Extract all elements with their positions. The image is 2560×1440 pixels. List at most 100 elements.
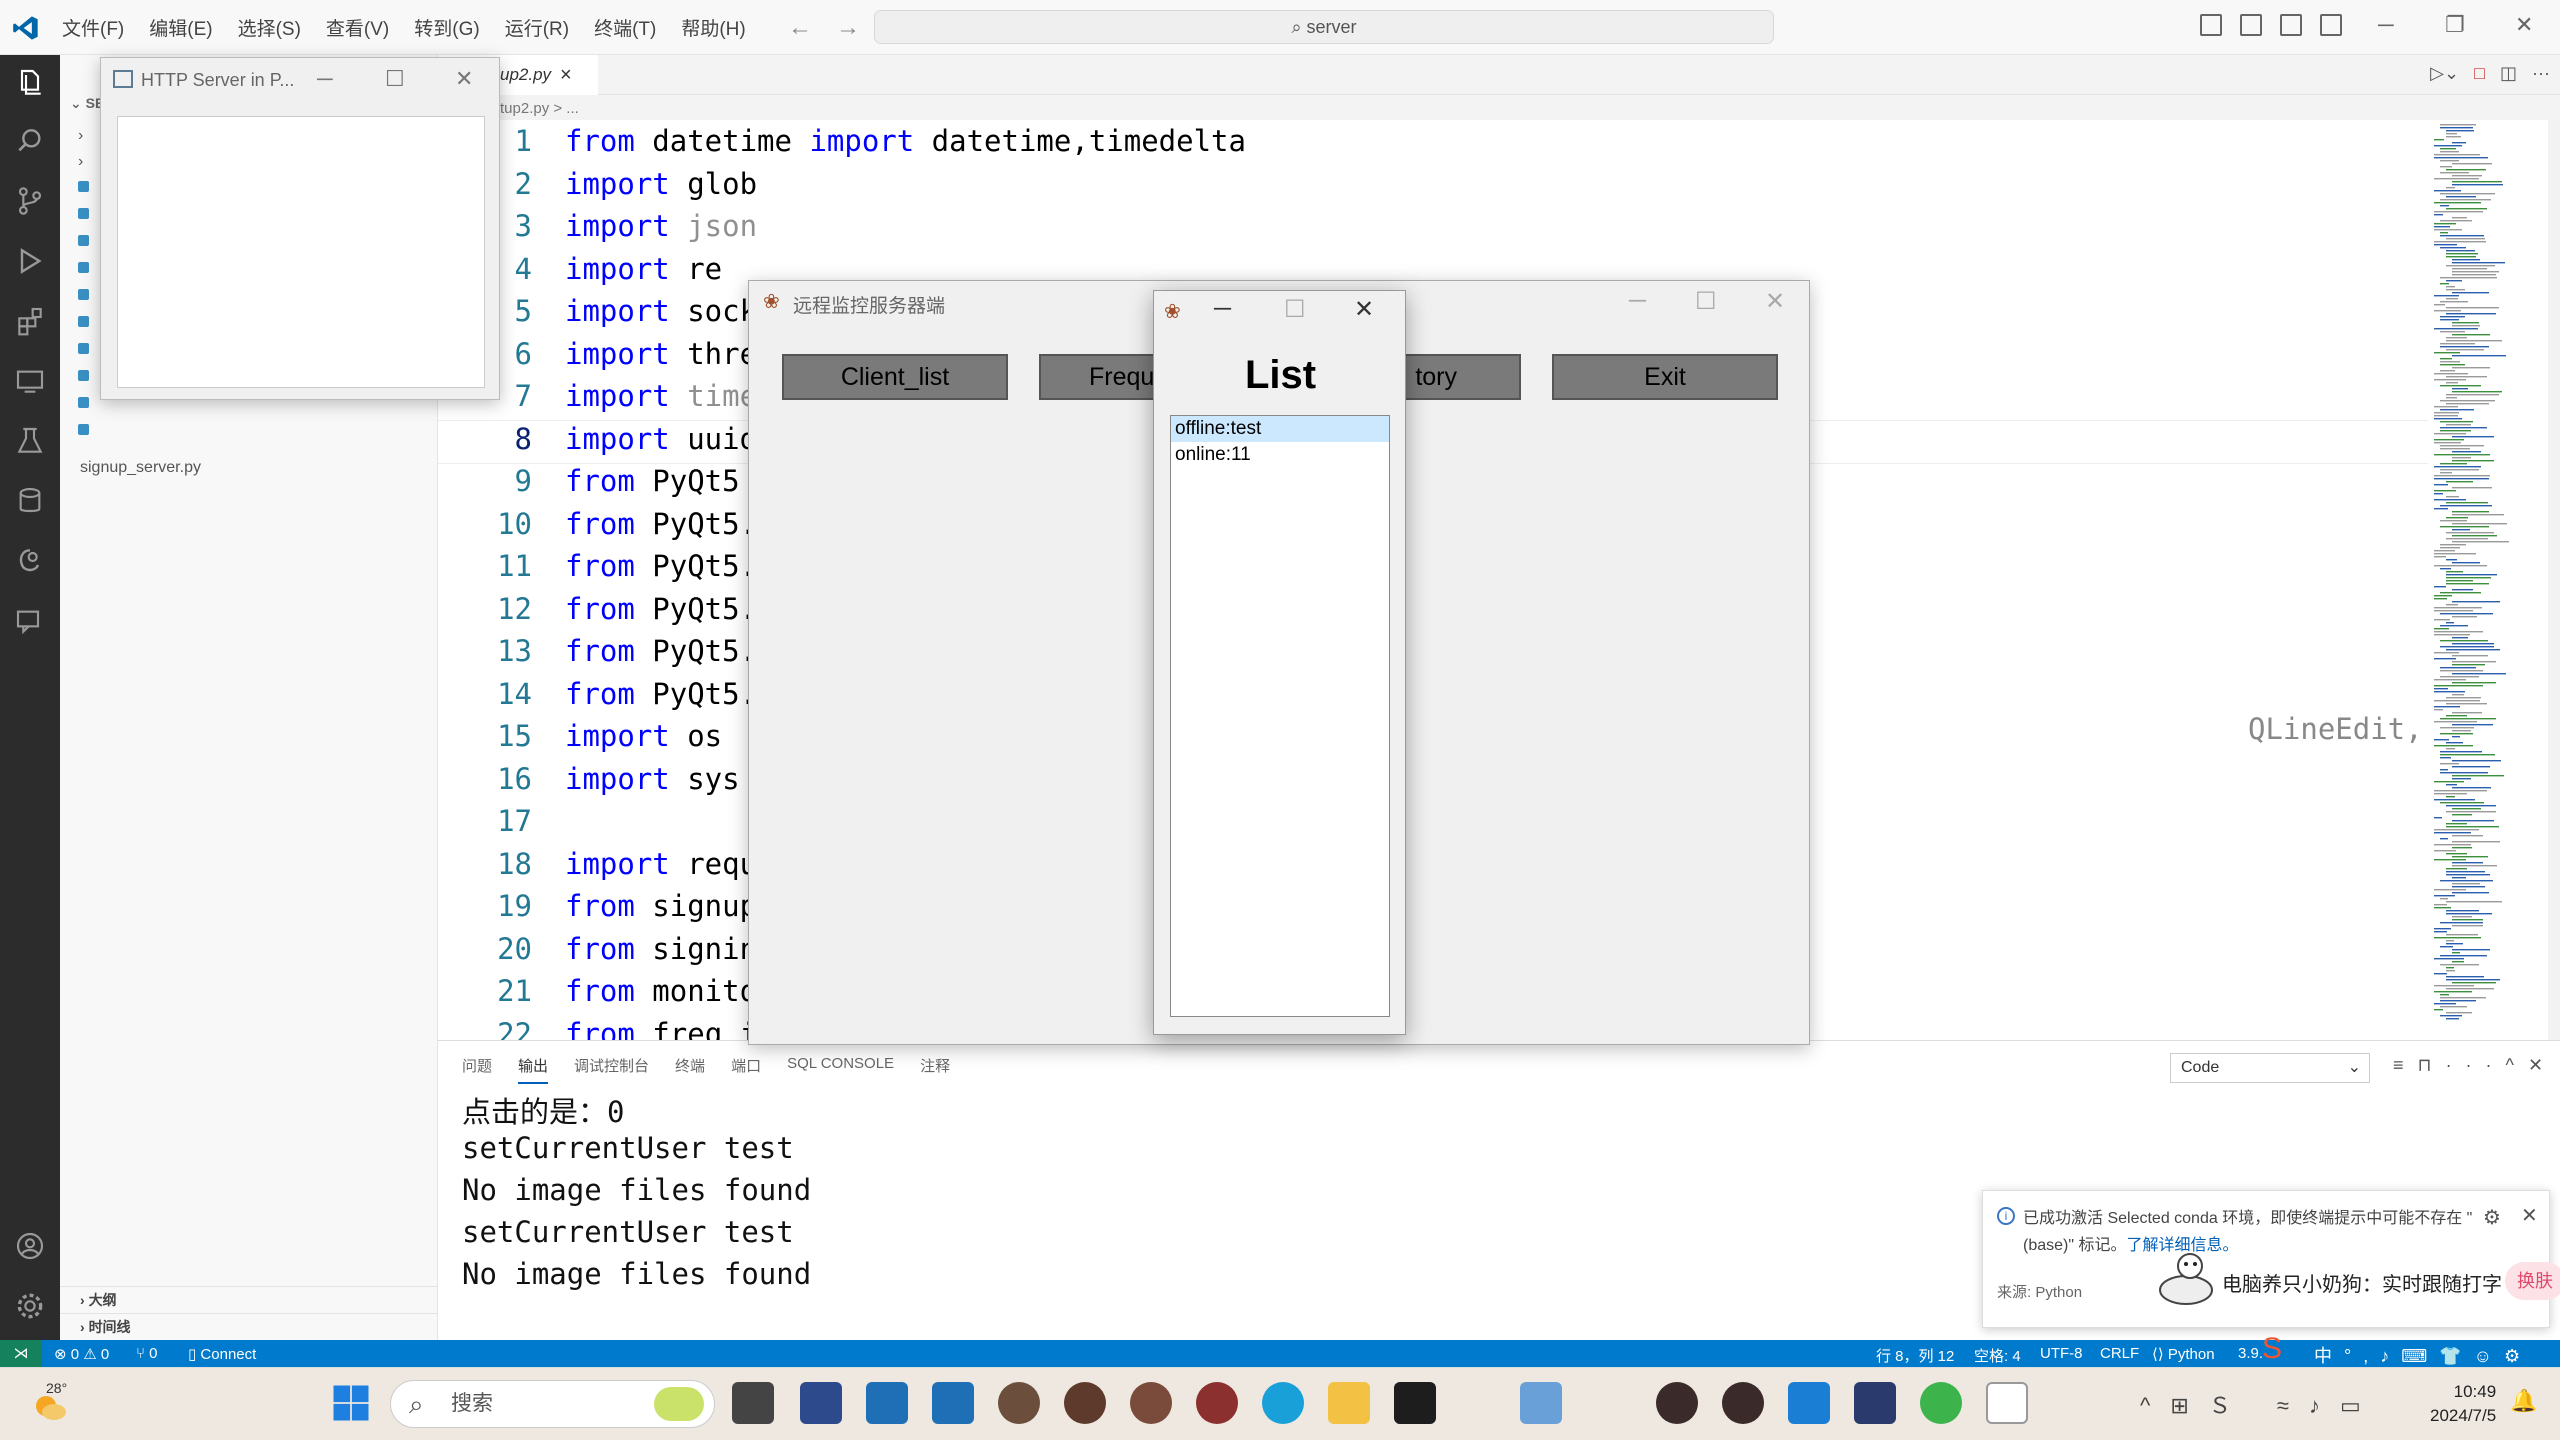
- clear-output-icon[interactable]: ≡: [2393, 1055, 2418, 1075]
- extensions-icon[interactable]: [14, 305, 46, 337]
- exit-button[interactable]: Exit: [1552, 354, 1778, 400]
- comments-icon[interactable]: [14, 605, 46, 637]
- encoding-status[interactable]: UTF-8: [2040, 1345, 2083, 1362]
- database-icon[interactable]: [14, 485, 46, 517]
- breadcrumb[interactable]: tup2.py > ...: [500, 100, 579, 117]
- chevron-right-icon[interactable]: ›: [78, 153, 83, 171]
- connect-status[interactable]: ▯ Connect: [188, 1345, 256, 1363]
- explorer-icon[interactable]: [14, 67, 46, 99]
- run-file-icon[interactable]: ▷⌄: [2430, 63, 2459, 83]
- tab-comments[interactable]: 注释: [920, 1055, 950, 1084]
- minimap[interactable]: [2428, 120, 2548, 1040]
- app-avatar-4-icon[interactable]: [1196, 1382, 1238, 1424]
- outline-section[interactable]: › 大纲: [60, 1286, 438, 1313]
- app-bug-2-icon[interactable]: [1722, 1382, 1764, 1424]
- notepad-icon[interactable]: [1986, 1382, 2028, 1424]
- python-file-icon[interactable]: [78, 260, 97, 278]
- ime-toolbar[interactable]: 中°,♪⌨👕☺⚙: [2314, 1342, 2532, 1368]
- python-file-icon[interactable]: [78, 341, 97, 359]
- editor-scrollbar[interactable]: [2548, 120, 2560, 1040]
- more-icon[interactable]: ···: [2446, 1055, 2506, 1075]
- python-file-icon[interactable]: [78, 233, 97, 251]
- vscode-taskbar-icon[interactable]: [1788, 1382, 1830, 1424]
- python-file-icon[interactable]: [78, 287, 97, 305]
- cursor-position[interactable]: 行 8，列 12: [1876, 1345, 1954, 1366]
- client-listbox[interactable]: offline:test online:11: [1170, 415, 1390, 1017]
- minimize-icon[interactable]: ─: [2378, 12, 2394, 38]
- notification-close-icon[interactable]: ✕: [2521, 1203, 2538, 1228]
- app-bug-1-icon[interactable]: [1656, 1382, 1698, 1424]
- python-file-icon[interactable]: [78, 395, 97, 413]
- language-mode[interactable]: ⟨⟩ Python: [2152, 1345, 2215, 1363]
- command-center-search[interactable]: ⌕ server: [874, 10, 1774, 44]
- tab-sql-console[interactable]: SQL CONSOLE: [787, 1055, 894, 1084]
- close-icon[interactable]: ✕: [455, 66, 473, 92]
- client-list-button[interactable]: Client_list: [782, 354, 1008, 400]
- source-control-icon[interactable]: [14, 185, 46, 217]
- tab-problems[interactable]: 问题: [462, 1055, 492, 1084]
- notification-bell-icon[interactable]: 🔔: [2510, 1388, 2537, 1414]
- app-avatar-1-icon[interactable]: [998, 1382, 1040, 1424]
- toggle-sidebar-icon[interactable]: [2200, 14, 2222, 36]
- taskbar-search[interactable]: ⌕ 搜索: [390, 1380, 715, 1428]
- menu-run[interactable]: 运行(R): [505, 14, 569, 41]
- close-icon[interactable]: ✕: [1765, 287, 1785, 316]
- python-version[interactable]: 3.9.: [2238, 1345, 2263, 1362]
- remote-indicator-icon[interactable]: ⋊: [0, 1340, 42, 1367]
- tab-terminal[interactable]: 终端: [675, 1055, 705, 1084]
- maximize-icon[interactable]: ☐: [385, 66, 405, 92]
- output-channel-select[interactable]: Code ⌄: [2170, 1053, 2370, 1083]
- app-butterfly-icon[interactable]: [1520, 1382, 1562, 1424]
- notification-settings-icon[interactable]: ⚙: [2483, 1205, 2501, 1230]
- python-file-icon[interactable]: [78, 206, 97, 224]
- close-tab-icon[interactable]: ×: [560, 55, 572, 95]
- search-icon[interactable]: [14, 125, 46, 157]
- app-avatar-3-icon[interactable]: [1130, 1382, 1172, 1424]
- anaconda-icon[interactable]: [14, 545, 46, 577]
- split-editor-icon[interactable]: ◫: [2500, 63, 2517, 83]
- tab-ports[interactable]: 端口: [731, 1055, 761, 1084]
- app-window-icon[interactable]: [866, 1382, 908, 1424]
- python-file-icon[interactable]: [78, 422, 97, 440]
- restore-icon[interactable]: ❐: [2445, 12, 2465, 38]
- menu-help[interactable]: 帮助(H): [681, 14, 745, 41]
- close-icon[interactable]: ✕: [2515, 12, 2533, 38]
- maximize-panel-icon[interactable]: ^: [2506, 1055, 2528, 1075]
- menu-go[interactable]: 转到(G): [414, 14, 479, 41]
- maximize-icon[interactable]: ☐: [1695, 287, 1717, 316]
- change-skin-button[interactable]: 换肤: [2505, 1262, 2560, 1300]
- menu-view[interactable]: 查看(V): [326, 14, 389, 41]
- system-tray-icons[interactable]: ^⊞Ｓ ≈♪▭: [2140, 1388, 2381, 1420]
- menu-terminal[interactable]: 终端(T): [594, 14, 656, 41]
- menu-file[interactable]: 文件(F): [62, 14, 124, 41]
- run-debug-icon[interactable]: [14, 245, 46, 277]
- app-exe-icon[interactable]: [800, 1382, 842, 1424]
- list-item[interactable]: online:11: [1171, 442, 1389, 468]
- minimize-icon[interactable]: ─: [1629, 287, 1646, 315]
- task-view-icon[interactable]: [732, 1382, 774, 1424]
- list-item[interactable]: offline:test: [1171, 416, 1389, 442]
- tab-debug-console[interactable]: 调试控制台: [574, 1055, 649, 1084]
- indentation-status[interactable]: 空格: 4: [1974, 1345, 2021, 1366]
- back-arrow-icon[interactable]: ←: [788, 14, 836, 41]
- app-cat-icon[interactable]: [1854, 1382, 1896, 1424]
- terminal-icon[interactable]: [1394, 1382, 1436, 1424]
- minimize-icon[interactable]: ─: [317, 66, 333, 92]
- close-panel-icon[interactable]: ✕: [2528, 1055, 2557, 1075]
- menu-selection[interactable]: 选择(S): [238, 14, 301, 41]
- windows-start-icon[interactable]: [330, 1382, 372, 1424]
- settings-gear-icon[interactable]: [14, 1290, 46, 1322]
- file-explorer-icon[interactable]: [1328, 1382, 1370, 1424]
- wechat-icon[interactable]: [1920, 1382, 1962, 1424]
- maximize-icon[interactable]: ☐: [1284, 295, 1306, 324]
- edge-browser-icon[interactable]: [1262, 1382, 1304, 1424]
- stop-icon[interactable]: □: [2474, 63, 2485, 83]
- more-actions-icon[interactable]: ···: [2532, 63, 2550, 83]
- menu-edit[interactable]: 编辑(E): [149, 14, 212, 41]
- file-item-signup-server[interactable]: signup_server.py: [80, 459, 201, 477]
- remote-explorer-icon[interactable]: [14, 365, 46, 397]
- chevron-right-icon[interactable]: ›: [78, 127, 83, 145]
- ports-status[interactable]: ⑂ 0: [136, 1345, 158, 1362]
- problems-status[interactable]: ⊗ 0 ⚠ 0: [54, 1345, 109, 1363]
- python-file-icon[interactable]: [78, 314, 97, 332]
